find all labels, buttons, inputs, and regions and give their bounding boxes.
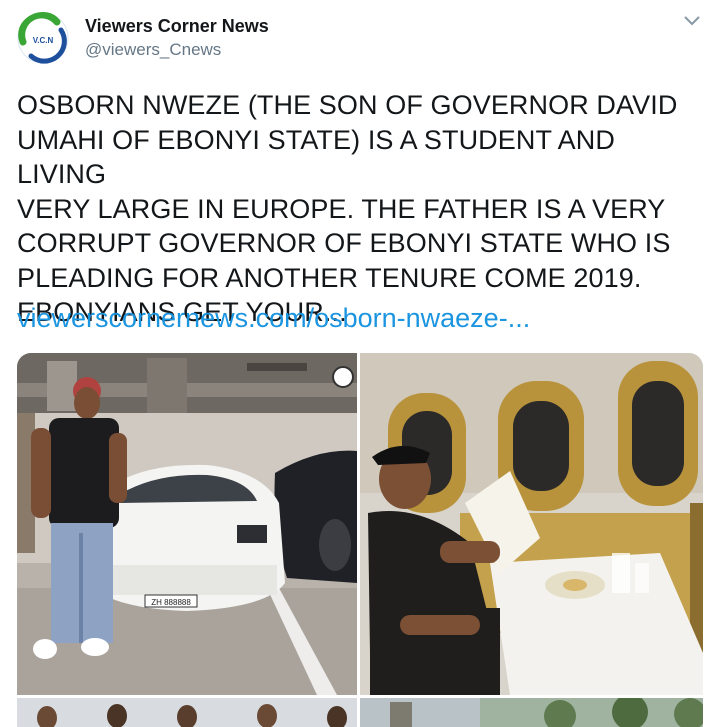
tweet-text: OSBORN NWEZE (THE SON OF GOVERNOR DAVID …	[17, 90, 678, 327]
group-photo[interactable]	[17, 698, 357, 727]
tweet-link[interactable]: viewerscornernews.com/osborn-nwaeze-...	[17, 301, 530, 335]
chevron-down-icon	[684, 16, 700, 26]
avatar[interactable]: V.C.N	[17, 12, 69, 64]
vcn-logo-icon: V.C.N	[17, 12, 69, 64]
account-handle[interactable]: @viewers_Cnews	[85, 40, 221, 60]
media-grid: ZH 888888	[17, 353, 703, 727]
license-plate-text: ZH 888888	[151, 598, 191, 607]
outdoor-photo[interactable]	[360, 698, 703, 727]
private-jet-photo[interactable]	[360, 353, 703, 695]
more-menu-button[interactable]	[683, 14, 701, 28]
car-garage-photo[interactable]: ZH 888888	[17, 353, 357, 695]
avatar-initials: V.C.N	[33, 36, 54, 45]
account-name[interactable]: Viewers Corner News	[85, 16, 269, 37]
